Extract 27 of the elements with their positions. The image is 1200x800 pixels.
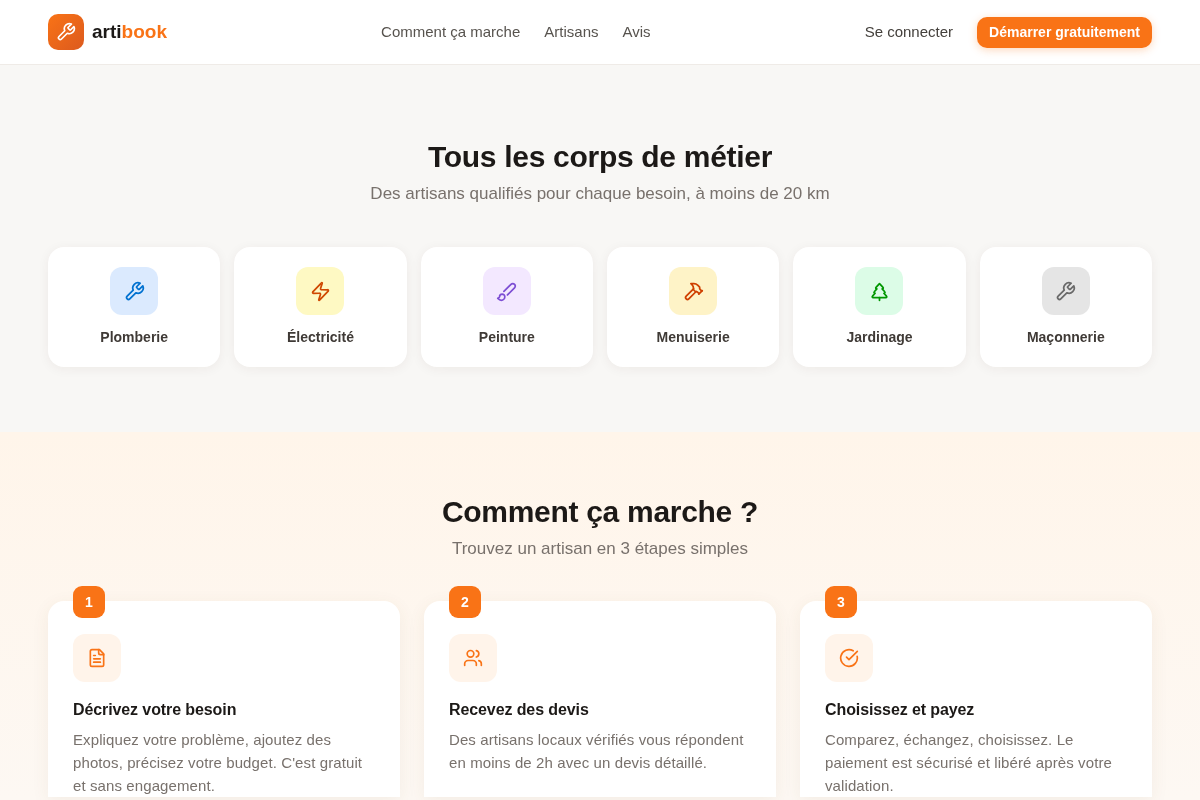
section-subtitle: Trouvez un artisan en 3 étapes simples [450, 538, 750, 560]
section-title: Tous les corps de métier [427, 139, 773, 175]
section-title: Comment ça marche ? [440, 494, 760, 530]
step-number: 2 [449, 586, 481, 618]
step-description: Des artisans locaux vérifiés vous répondent en moins de 2h avec un devis détaillé. [449, 730, 745, 773]
nav-link[interactable]: Avis [622, 22, 651, 42]
trade-card[interactable]: Jardinage [793, 247, 966, 367]
step-number: 3 [825, 586, 857, 618]
brand-name[interactable]: artibook [92, 20, 167, 44]
step-description: Comparez, échangez, choisissez. Le paiement est sécurisé et libéré après votre validation. [825, 730, 1113, 796]
nav-link[interactable]: Comment ça marche [381, 22, 521, 42]
step-title: Choisissez et payez [825, 700, 976, 720]
step-title: Recevez des devis [449, 700, 590, 720]
step-description: Expliquez votre problème, ajoutez des photos, précisez votre budget. C'est gratuit et sans engagement. [73, 730, 364, 796]
document-icon [73, 634, 121, 682]
trade-card[interactable]: Plomberie [48, 247, 221, 367]
nav-link[interactable]: Artisans [544, 22, 599, 42]
login-link[interactable]: Se connecter [864, 22, 954, 42]
people-icon [449, 634, 497, 682]
step-title: Décrivez votre besoin [73, 700, 238, 720]
logo-icon[interactable] [48, 14, 84, 50]
trade-card[interactable]: Peinture [420, 247, 593, 367]
trade-card[interactable]: Maçonnerie [979, 247, 1152, 367]
step-number: 1 [73, 586, 105, 618]
trade-card[interactable]: Électricité [234, 247, 407, 367]
trade-card[interactable]: Menuiserie [607, 247, 780, 367]
section-subtitle: Des artisans qualifiés pour chaque besoin, à moins de 20 km [369, 183, 831, 205]
